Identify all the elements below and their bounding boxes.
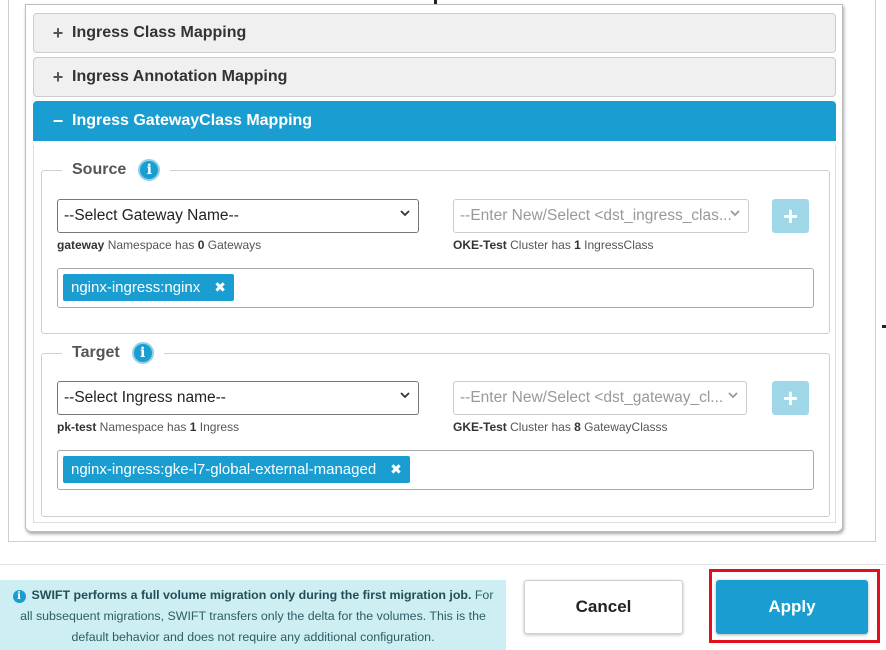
cluster-name: OKE-Test	[453, 238, 507, 252]
ingressclass-count: 1	[574, 238, 581, 252]
gatewayclass-mapping-panel: Source i --Select Gateway Name-- --Enter…	[33, 145, 836, 523]
add-source-mapping-button[interactable]: +	[772, 199, 809, 233]
ingress-name-select-value: --Select Ingress name--	[64, 389, 226, 406]
accordion-label: Ingress Class Mapping	[72, 24, 247, 41]
target-mapping-tags[interactable]: nginx-ingress:gke-l7-global-external-man…	[57, 450, 814, 490]
target-cluster-hint: GKE-Test Cluster has 8 GatewayClasss	[453, 420, 668, 434]
target-legend: Target i	[62, 342, 164, 364]
edge-mark-right	[882, 325, 886, 328]
dst-ingress-class-select[interactable]: --Enter New/Select <dst_ingress_clas...	[453, 199, 749, 233]
mapping-tag: nginx-ingress:gke-l7-global-external-man…	[63, 456, 410, 483]
migration-notice: i SWIFT performs a full volume migration …	[0, 580, 506, 650]
chevron-down-icon	[728, 390, 738, 400]
source-group: Source i --Select Gateway Name-- --Enter…	[41, 159, 830, 334]
dst-ingress-class-placeholder: --Enter New/Select <dst_ingress_clas...	[460, 207, 732, 224]
remove-tag-icon[interactable]: ✖	[214, 279, 226, 296]
mapping-tag: nginx-ingress:nginx ✖	[63, 274, 234, 301]
accordion-label: Ingress Annotation Mapping	[72, 68, 288, 85]
expand-icon: +	[52, 22, 64, 43]
add-target-mapping-button[interactable]: +	[772, 381, 809, 415]
info-icon: i	[12, 590, 26, 603]
dst-gateway-class-select[interactable]: --Enter New/Select <dst_gateway_cl...	[453, 381, 747, 415]
accordion-ingress-gatewayclass-mapping[interactable]: − Ingress GatewayClass Mapping	[33, 101, 836, 141]
chevron-down-icon	[400, 208, 410, 218]
mapping-accordion: + Ingress Class Mapping + Ingress Annota…	[25, 4, 843, 532]
gateway-name-select-value: --Select Gateway Name--	[64, 207, 239, 224]
cluster-name: GKE-Test	[453, 420, 507, 434]
accordion-label: Ingress GatewayClass Mapping	[72, 112, 313, 129]
accordion-ingress-annotation-mapping[interactable]: + Ingress Annotation Mapping	[33, 57, 836, 97]
info-icon[interactable]: i	[138, 159, 161, 181]
target-namespace-hint: pk-test Namespace has 1 Ingress	[57, 420, 240, 434]
gatewayclass-count: 8	[574, 420, 581, 434]
source-title: Source	[72, 161, 127, 178]
chevron-down-icon	[730, 208, 740, 218]
chevron-down-icon	[400, 390, 410, 400]
apply-button[interactable]: Apply	[716, 580, 868, 634]
source-legend: Source i	[62, 159, 171, 181]
cancel-button[interactable]: Cancel	[524, 580, 683, 634]
notice-bold: SWIFT performs a full volume migration o…	[31, 588, 472, 602]
dst-gateway-class-placeholder: --Enter New/Select <dst_gateway_cl...	[460, 389, 724, 406]
mapping-tag-label: nginx-ingress:gke-l7-global-external-man…	[71, 461, 377, 478]
target-group: Target i --Select Ingress name-- --Enter…	[41, 342, 830, 517]
footer-divider	[0, 564, 886, 565]
accordion-ingress-class-mapping[interactable]: + Ingress Class Mapping	[33, 13, 836, 53]
namespace-name: gateway	[57, 238, 105, 252]
expand-icon: +	[52, 66, 64, 87]
page: + Ingress Class Mapping + Ingress Annota…	[0, 0, 886, 650]
namespace-name: pk-test	[57, 420, 97, 434]
remove-tag-icon[interactable]: ✖	[390, 461, 402, 478]
source-cluster-hint: OKE-Test Cluster has 1 IngressClass	[453, 238, 654, 252]
ingress-name-select[interactable]: --Select Ingress name--	[57, 381, 419, 415]
source-mapping-tags[interactable]: nginx-ingress:nginx ✖	[57, 268, 814, 308]
target-title: Target	[72, 344, 120, 361]
gateway-name-select[interactable]: --Select Gateway Name--	[57, 199, 419, 233]
info-icon[interactable]: i	[131, 342, 154, 364]
source-namespace-hint: gateway Namespace has 0 Gateways	[57, 238, 262, 252]
mapping-tag-label: nginx-ingress:nginx	[71, 279, 201, 296]
collapse-icon: −	[52, 110, 64, 131]
